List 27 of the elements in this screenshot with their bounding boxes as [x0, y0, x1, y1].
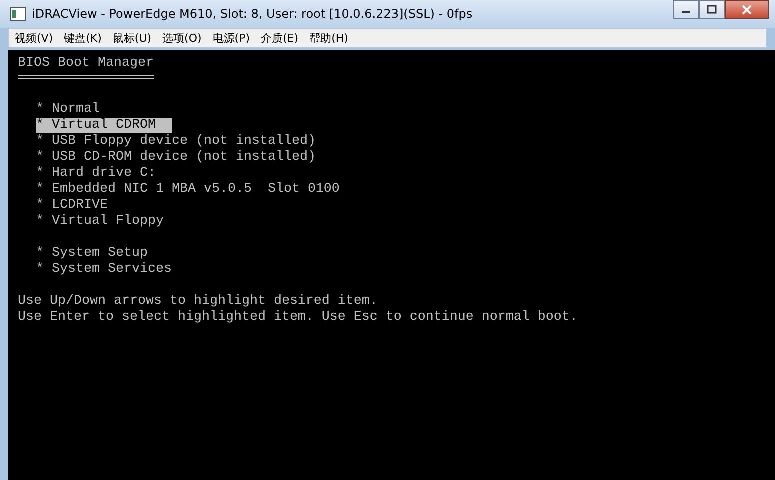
- menu-item[interactable]: 键盘(K): [64, 30, 102, 46]
- close-button[interactable]: [725, 0, 769, 19]
- boot-option[interactable]: * Normal: [36, 102, 116, 117]
- menu-item[interactable]: 视频(V): [15, 30, 54, 46]
- maximize-icon: [707, 5, 717, 14]
- menu-item[interactable]: 鼠标(U): [112, 30, 152, 46]
- window-title: iDRACView - PowerEdge M610, Slot: 8, User: root [10.0.6.223](SSL) - 0fps: [32, 7, 473, 21]
- help-text: Use Enter to select highlighted item. Use Esc to continue normal boot.: [18, 310, 578, 325]
- close-icon: [741, 4, 753, 14]
- menu-item[interactable]: 电源(P): [212, 30, 250, 46]
- boot-option[interactable]: * USB CD-ROM device (not installed): [36, 150, 332, 165]
- maximize-button[interactable]: [699, 0, 725, 19]
- minimize-button[interactable]: [673, 0, 699, 19]
- boot-option[interactable]: * LCDRIVE: [36, 198, 124, 213]
- boot-option[interactable]: * Hard drive C:: [36, 166, 172, 181]
- menu-item[interactable]: 介质(E): [261, 30, 299, 46]
- boot-option[interactable]: * USB Floppy device (not installed): [36, 134, 332, 149]
- console-heading: BIOS Boot Manager: [18, 56, 154, 71]
- boot-option[interactable]: * Virtual CDROM: [36, 118, 172, 133]
- menu-item[interactable]: 帮助(H): [310, 30, 348, 46]
- boot-option[interactable]: * Virtual Floppy: [36, 214, 180, 229]
- help-text: Use Up/Down arrows to highlight desired item.: [18, 294, 378, 309]
- menu-item[interactable]: 选项(O): [162, 30, 202, 46]
- app-icon: [10, 7, 26, 21]
- system-option[interactable]: * System Setup: [36, 246, 164, 261]
- system-option[interactable]: * System Services: [36, 262, 188, 277]
- boot-option[interactable]: * Embedded NIC 1 MBA v5.0.5 Slot 0100: [36, 182, 356, 197]
